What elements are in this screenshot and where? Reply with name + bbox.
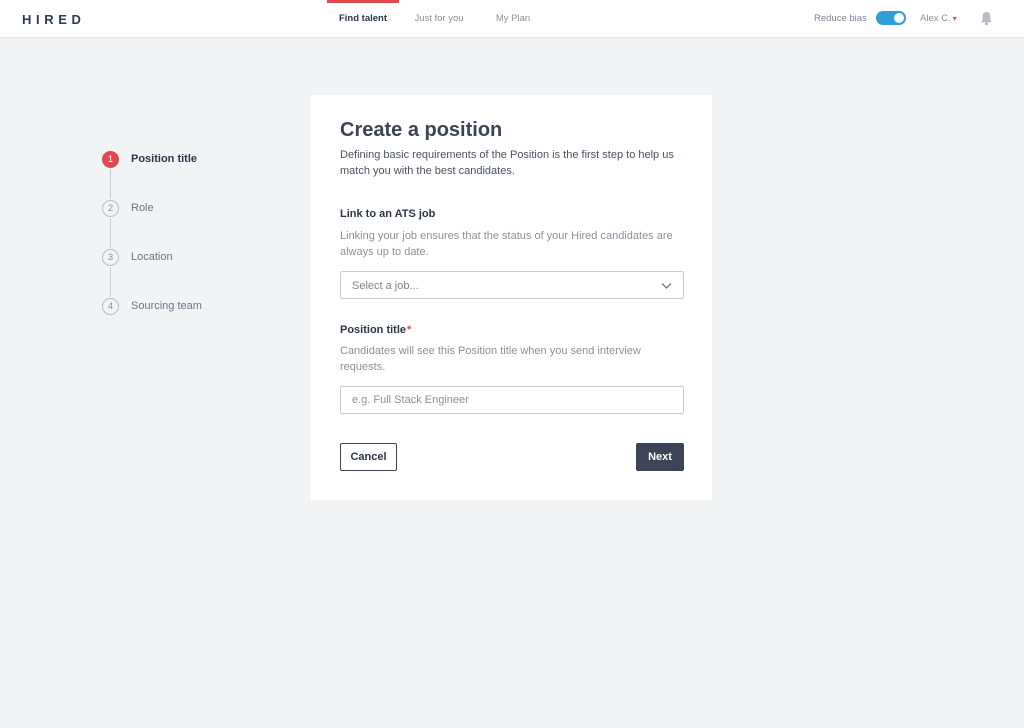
reduce-bias-label: Reduce bias xyxy=(814,13,867,24)
page-title: Create a position xyxy=(340,119,503,141)
tab-just-for-you[interactable]: Just for you xyxy=(411,0,467,38)
step-number: 1 xyxy=(102,151,119,168)
bell-icon[interactable] xyxy=(980,11,993,26)
reduce-bias-toggle[interactable] xyxy=(876,11,906,25)
step-label: Role xyxy=(131,202,154,214)
position-title-help: Candidates will see this Position title … xyxy=(340,345,641,373)
page-description: Defining basic requirements of the Posit… xyxy=(340,149,674,177)
tab-find-talent[interactable]: Find talent xyxy=(327,0,399,38)
tab-my-plan[interactable]: My Plan xyxy=(494,0,532,38)
step-number: 4 xyxy=(102,298,119,315)
ats-job-help: Linking your job ensures that the status… xyxy=(340,230,673,258)
step-label: Location xyxy=(131,251,173,263)
required-asterisk: * xyxy=(407,324,412,336)
user-name: Alex C. xyxy=(920,13,951,24)
step-number: 2 xyxy=(102,200,119,217)
step-connector xyxy=(110,169,111,199)
step-connector xyxy=(110,218,111,248)
cancel-button[interactable]: Cancel xyxy=(340,443,397,471)
toggle-knob xyxy=(894,13,904,23)
chevron-down-icon xyxy=(661,283,672,289)
step-connector xyxy=(110,267,111,297)
create-position-card: Create a position Defining basic require… xyxy=(311,95,712,500)
user-menu[interactable]: Alex C. ▾ xyxy=(920,13,957,24)
ats-job-label: Link to an ATS job xyxy=(340,208,436,220)
progress-stepper: 1 Position title 2 Role 3 Location 4 Sou… xyxy=(102,151,282,321)
hired-logo[interactable]: HIRED xyxy=(22,12,85,27)
step-label: Sourcing team xyxy=(131,300,202,312)
chevron-down-icon: ▾ xyxy=(952,14,957,23)
position-title-label-text: Position title xyxy=(340,324,406,336)
ats-job-select[interactable]: Select a job... xyxy=(340,271,684,299)
top-navigation-bar: HIRED Find talent Just for you My Plan R… xyxy=(0,0,1024,38)
position-title-input[interactable] xyxy=(340,386,684,414)
position-title-label: Position title* xyxy=(340,324,411,336)
step-number: 3 xyxy=(102,249,119,266)
next-button[interactable]: Next xyxy=(636,443,684,471)
ats-job-select-value: Select a job... xyxy=(352,280,419,292)
step-label: Position title xyxy=(131,153,197,165)
